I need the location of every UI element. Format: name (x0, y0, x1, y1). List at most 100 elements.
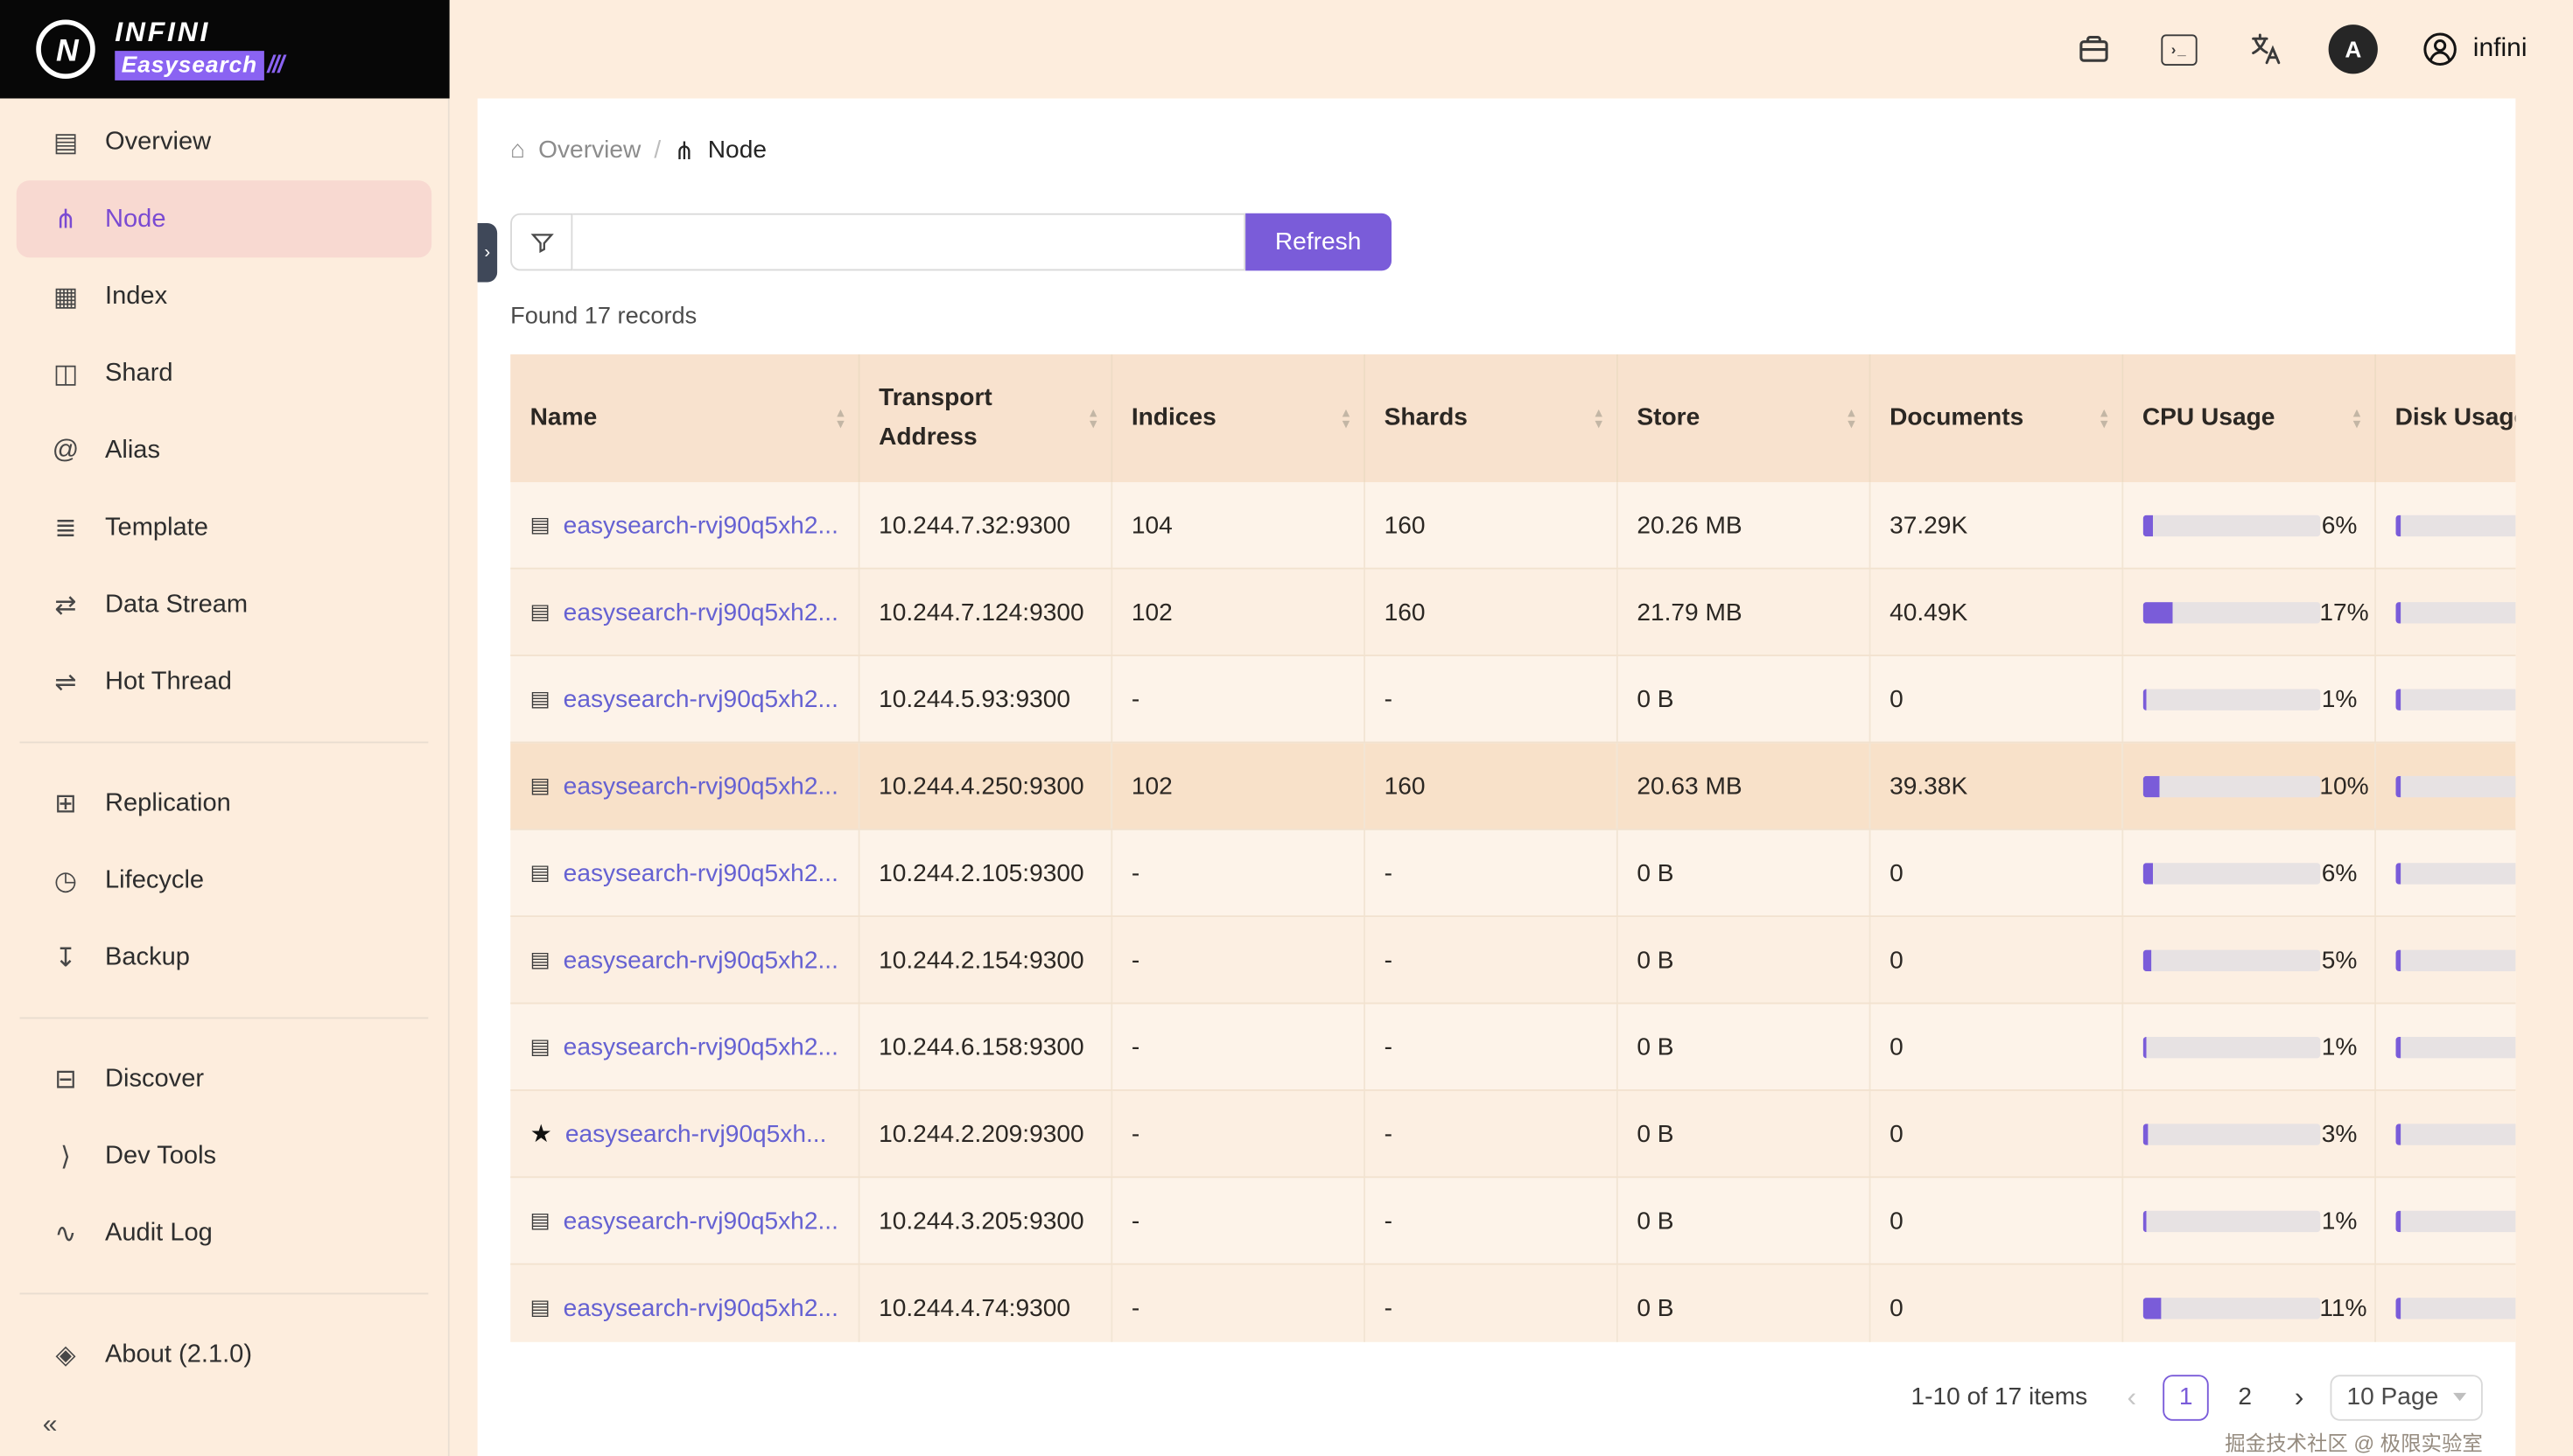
shards-cell: - (1364, 830, 1616, 916)
name-cell: ▤easysearch-rvj90q5xh2... (510, 1178, 859, 1264)
node-name-link[interactable]: easysearch-rvj90q5xh2... (564, 1207, 838, 1235)
page-button-1[interactable]: 1 (2163, 1374, 2209, 1420)
sidebar-item-data-stream[interactable]: ⇄Data Stream (17, 566, 431, 643)
shards-cell: - (1364, 1178, 1616, 1264)
column-header-documents[interactable]: Documents▴▾ (1869, 354, 2122, 482)
page-button-2[interactable]: 2 (2222, 1374, 2268, 1420)
cpu-usage-value: 6% (2322, 511, 2358, 539)
sort-control-icon[interactable]: ▴▾ (2100, 407, 2107, 430)
column-header-transport[interactable]: Transport Address▴▾ (859, 354, 1111, 482)
sort-control-icon[interactable]: ▴▾ (837, 407, 844, 430)
sidebar-item-hot-thread[interactable]: ⇌Hot Thread (17, 643, 431, 720)
indices-cell: - (1111, 1178, 1364, 1264)
sidebar-item-about[interactable]: ◈About (2.1.0) (17, 1316, 431, 1393)
documents-cell: 0 (1869, 1264, 2122, 1341)
dev-console-icon[interactable]: ›_ (2158, 28, 2201, 71)
sidebar-item-backup[interactable]: ↧Backup (17, 919, 431, 996)
sidebar-item-shard[interactable]: ◫Shard (17, 335, 431, 412)
node-server-icon: ▤ (530, 947, 550, 973)
cpu-usage-bar (2142, 1210, 2320, 1231)
sidebar-item-audit-log[interactable]: ∿Audit Log (17, 1194, 431, 1271)
sidebar-nav: ▤Overview⋔Node▦Index◫Shard@Alias≣Templat… (0, 103, 448, 1393)
sidebar-item-dev-tools[interactable]: ⟩Dev Tools (17, 1117, 431, 1194)
node-name-link[interactable]: easysearch-rvj90q5xh2... (564, 598, 838, 626)
cpu-usage-bar (2142, 689, 2320, 710)
panel-expand-handle[interactable]: › (478, 223, 498, 283)
name-cell: ▤easysearch-rvj90q5xh2... (510, 1264, 859, 1341)
sidebar-item-lifecycle[interactable]: ◷Lifecycle (17, 842, 431, 919)
node-row: ▤easysearch-rvj90q5xh2...10.244.4.74:930… (510, 1264, 2515, 1341)
breadcrumb-overview[interactable]: Overview (538, 136, 641, 164)
sort-control-icon[interactable]: ▴▾ (1847, 407, 1854, 430)
sidebar-item-label: Overview (105, 127, 211, 157)
sort-control-icon[interactable]: ▴▾ (2353, 407, 2360, 430)
avatar[interactable]: A (2329, 24, 2378, 74)
disk-usage-bar (2395, 689, 2516, 710)
page-numbers: 12 (2163, 1374, 2268, 1420)
next-page-button[interactable]: › (2281, 1376, 2317, 1418)
discover-icon: ⊟ (49, 1062, 82, 1096)
cpu-usage-value: 1% (2322, 1207, 2358, 1235)
node-name-link[interactable]: easysearch-rvj90q5xh2... (564, 1294, 838, 1322)
svg-text:N: N (56, 32, 80, 67)
cpu-usage-value: 5% (2322, 946, 2358, 974)
sidebar-item-template[interactable]: ≣Template (17, 489, 431, 566)
node-name-link[interactable]: easysearch-rvj90q5xh2... (564, 685, 838, 713)
content-card: › ⌂ Overview / ⋔ Node Refresh (478, 99, 2516, 1456)
transport-address-cell: 10.244.2.154:9300 (859, 916, 1111, 1003)
filter-funnel-icon (529, 230, 554, 255)
breadcrumb-node[interactable]: Node (708, 136, 767, 164)
sidebar-item-index[interactable]: ▦Index (17, 257, 431, 334)
refresh-button[interactable]: Refresh (1245, 213, 1391, 271)
cpu-usage-cell: 1% (2121, 1004, 2374, 1090)
table-header-row: Name▴▾Transport Address▴▾Indices▴▾Shards… (510, 354, 2515, 482)
sidebar-item-label: Audit Log (105, 1218, 213, 1248)
user-account[interactable]: infini (2421, 30, 2527, 69)
indices-cell: - (1111, 916, 1364, 1003)
cpu-usage-cell: 11% (2121, 1264, 2374, 1341)
column-header-disk[interactable]: Disk Usage▴▾ (2374, 354, 2515, 482)
nodes-table-container[interactable]: Name▴▾Transport Address▴▾Indices▴▾Shards… (510, 354, 2515, 1341)
search-input[interactable] (572, 213, 1245, 271)
sidebar-item-overview[interactable]: ▤Overview (17, 103, 431, 180)
column-header-indices[interactable]: Indices▴▾ (1111, 354, 1364, 482)
store-cell: 20.63 MB (1616, 743, 1869, 830)
data-stream-icon: ⇄ (49, 588, 82, 621)
sidebar-item-node[interactable]: ⋔Node (17, 180, 431, 257)
sidebar-collapse-button[interactable]: « (43, 1410, 58, 1440)
filter-button[interactable] (510, 213, 572, 271)
cpu-usage-cell: 6% (2121, 483, 2374, 569)
sort-control-icon[interactable]: ▴▾ (1090, 407, 1097, 430)
sidebar-item-label: Lifecycle (105, 865, 204, 895)
workbench-icon[interactable] (2072, 28, 2115, 71)
node-name-link[interactable]: easysearch-rvj90q5xh2... (564, 511, 838, 539)
language-switch-icon[interactable] (2243, 28, 2286, 71)
sidebar-item-discover[interactable]: ⊟Discover (17, 1040, 431, 1117)
node-name-link[interactable]: easysearch-rvj90q5xh2... (564, 772, 838, 800)
dev-tools-icon: ⟩ (49, 1139, 82, 1172)
cpu-usage-cell: 3% (2121, 1090, 2374, 1177)
sidebar-item-alias[interactable]: @Alias (17, 412, 431, 489)
node-name-link[interactable]: easysearch-rvj90q5xh2... (564, 859, 838, 887)
prev-page-button[interactable]: ‹ (2114, 1376, 2149, 1418)
brand-mark-icon: N (33, 17, 99, 82)
column-header-name[interactable]: Name▴▾ (510, 354, 859, 482)
column-header-shards[interactable]: Shards▴▾ (1364, 354, 1616, 482)
node-name-link[interactable]: easysearch-rvj90q5xh2... (564, 1033, 838, 1061)
sort-control-icon[interactable]: ▴▾ (1595, 407, 1602, 430)
documents-cell: 0 (1869, 1004, 2122, 1090)
node-name-link[interactable]: easysearch-rvj90q5xh2... (564, 946, 838, 974)
brand-logo[interactable]: N INFINI Easysearch /// (0, 0, 450, 99)
disk-usage-cell (2374, 830, 2515, 916)
node-name-link[interactable]: easysearch-rvj90q5xh... (565, 1120, 827, 1148)
sidebar-item-label: Backup (105, 942, 190, 972)
sidebar-item-replication[interactable]: ⊞Replication (17, 765, 431, 842)
transport-address-cell: 10.244.6.158:9300 (859, 1004, 1111, 1090)
column-header-cpu[interactable]: CPU Usage▴▾ (2121, 354, 2374, 482)
transport-address-cell: 10.244.7.124:9300 (859, 569, 1111, 655)
page-size-select[interactable]: 10 Page (2331, 1374, 2483, 1420)
sort-control-icon[interactable]: ▴▾ (1343, 407, 1350, 430)
disk-usage-cell (2374, 1264, 2515, 1341)
master-star-icon: ★ (530, 1119, 552, 1149)
column-header-store[interactable]: Store▴▾ (1616, 354, 1869, 482)
